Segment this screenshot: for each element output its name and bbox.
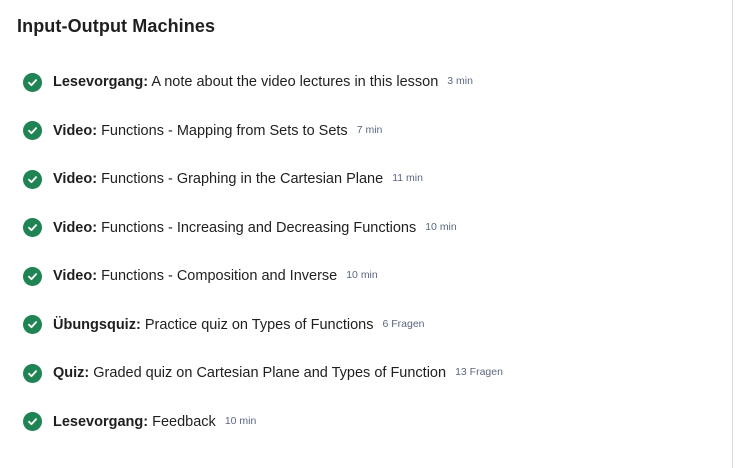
- item-question-count: 6 Fragen: [382, 317, 425, 330]
- item-title: Functions - Graphing in the Cartesian Pl…: [97, 171, 384, 188]
- check-circle-icon: [23, 121, 42, 141]
- item-duration: 7 min: [356, 123, 383, 136]
- item-label[interactable]: Video: Functions - Mapping from Sets to …: [53, 123, 348, 139]
- item-title: Feedback: [148, 413, 216, 430]
- item-duration: 10 min: [425, 220, 457, 233]
- item-label[interactable]: Lesevorgang: Feedback: [53, 414, 216, 430]
- item-label[interactable]: Video: Functions - Increasing and Decrea…: [53, 220, 416, 236]
- item-duration: 10 min: [346, 269, 378, 282]
- module-item-video-composition[interactable]: Video: Functions - Composition and Inver…: [0, 252, 732, 301]
- item-type: Lesevorgang:: [53, 413, 149, 430]
- module-item-reading-note[interactable]: Lesevorgang: A note about the video lect…: [0, 58, 732, 107]
- item-title: Graded quiz on Cartesian Plane and Types…: [89, 365, 447, 382]
- item-title: Functions - Mapping from Sets to Sets: [97, 122, 348, 139]
- item-duration: 11 min: [392, 172, 423, 185]
- item-type: Video:: [53, 171, 98, 188]
- check-circle-icon: [23, 72, 42, 92]
- item-title: Practice quiz on Types of Functions: [140, 316, 374, 333]
- item-type: Video:: [53, 122, 98, 139]
- module-item-video-increasing[interactable]: Video: Functions - Increasing and Decrea…: [0, 204, 732, 253]
- item-type: Video:: [53, 219, 98, 236]
- item-label[interactable]: Video: Functions - Graphing in the Carte…: [53, 171, 383, 187]
- module-item-graded-quiz[interactable]: Quiz: Graded quiz on Cartesian Plane and…: [0, 349, 732, 398]
- check-circle-icon: [23, 315, 42, 335]
- item-label[interactable]: Lesevorgang: A note about the video lect…: [53, 74, 438, 90]
- panel-divider: [732, 0, 733, 468]
- item-type: Übungsquiz:: [53, 316, 141, 333]
- item-type: Lesevorgang:: [53, 74, 149, 91]
- item-duration: 3 min: [447, 75, 473, 88]
- item-label[interactable]: Video: Functions - Composition and Inver…: [53, 268, 337, 284]
- item-type: Quiz:: [53, 365, 90, 382]
- module-item-video-graphing[interactable]: Video: Functions - Graphing in the Carte…: [0, 155, 732, 204]
- module-item-video-mapping[interactable]: Video: Functions - Mapping from Sets to …: [0, 107, 732, 156]
- item-title: Functions - Composition and Inverse: [97, 268, 338, 285]
- item-duration: 10 min: [224, 414, 257, 427]
- item-type: Video:: [53, 268, 98, 285]
- check-circle-icon: [23, 363, 42, 383]
- module-item-reading-feedback[interactable]: Lesevorgang: Feedback 10 min: [0, 398, 732, 447]
- module-item-list: Lesevorgang: A note about the video lect…: [0, 58, 732, 446]
- item-label[interactable]: Quiz: Graded quiz on Cartesian Plane and…: [53, 365, 446, 381]
- item-label[interactable]: Übungsquiz: Practice quiz on Types of Fu…: [53, 317, 373, 333]
- check-circle-icon: [23, 169, 42, 189]
- check-circle-icon: [23, 412, 42, 432]
- check-circle-icon: [23, 218, 42, 238]
- check-circle-icon: [23, 266, 42, 286]
- item-title: A note about the video lectures in this …: [148, 74, 439, 91]
- item-question-count: 13 Fragen: [455, 366, 503, 379]
- module-title: Input-Output Machines: [17, 16, 216, 36]
- module-item-practice-quiz[interactable]: Übungsquiz: Practice quiz on Types of Fu…: [0, 301, 732, 350]
- item-title: Functions - Increasing and Decreasing Fu…: [97, 219, 417, 236]
